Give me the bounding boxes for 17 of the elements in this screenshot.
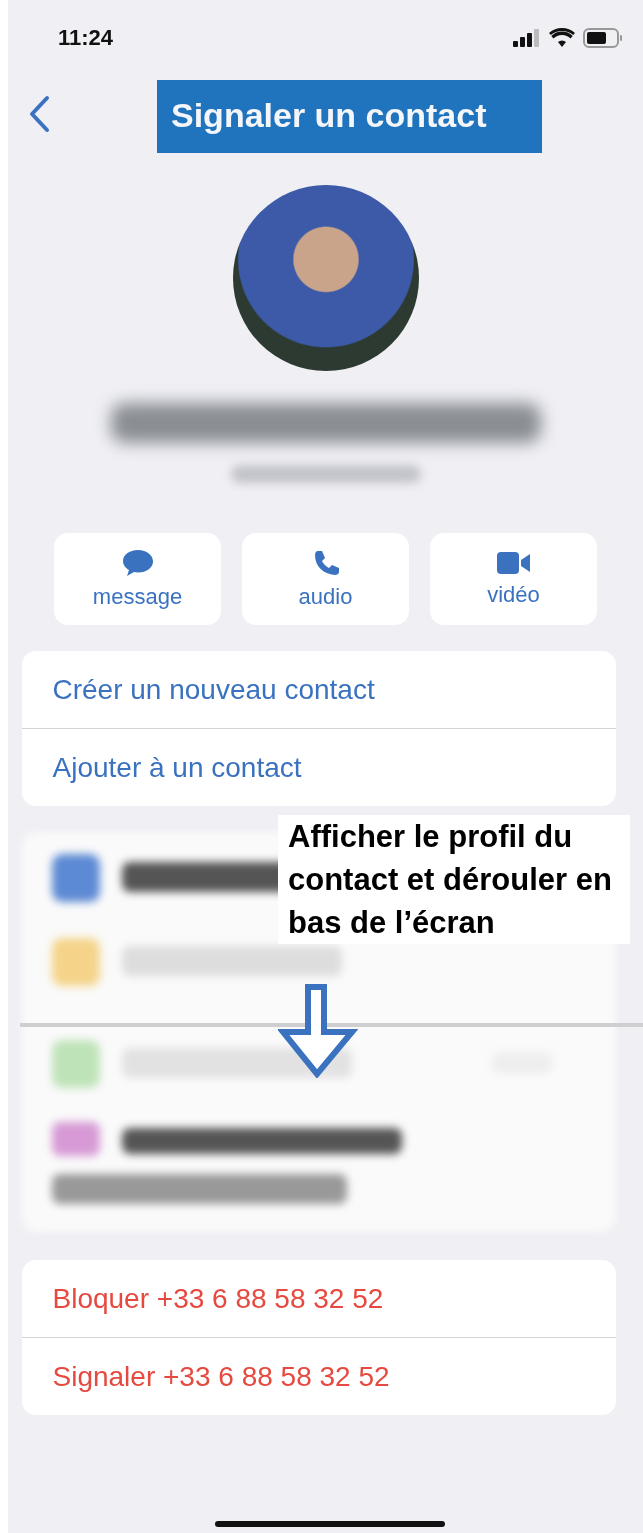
status-time: 11:24 bbox=[58, 24, 114, 51]
back-chevron-icon[interactable] bbox=[28, 95, 50, 133]
block-report-option[interactable]: Bloquer +33 6 88 58 32 52 bbox=[21, 1260, 616, 1337]
instruction-text: Afficher le profil du contact et dérouler en bas de l’écran bbox=[278, 815, 630, 944]
contact-option[interactable]: Ajouter à un contact bbox=[21, 728, 616, 806]
battery-icon bbox=[583, 27, 623, 48]
block-report-option[interactable]: Signaler +33 6 88 58 32 52 bbox=[21, 1337, 616, 1415]
contact-option[interactable]: Créer un nouveau contact bbox=[21, 651, 616, 728]
wifi-icon bbox=[549, 28, 575, 47]
audio-button[interactable]: audio bbox=[242, 533, 409, 625]
page-title-banner: Signaler un contact bbox=[157, 79, 542, 153]
down-arrow-icon bbox=[278, 984, 358, 1078]
speech-bubble-icon bbox=[120, 548, 155, 578]
video-camera-icon bbox=[495, 550, 532, 576]
video-button[interactable]: vidéo bbox=[430, 533, 597, 625]
message-button[interactable]: message bbox=[54, 533, 221, 625]
signal-icon bbox=[513, 28, 541, 47]
